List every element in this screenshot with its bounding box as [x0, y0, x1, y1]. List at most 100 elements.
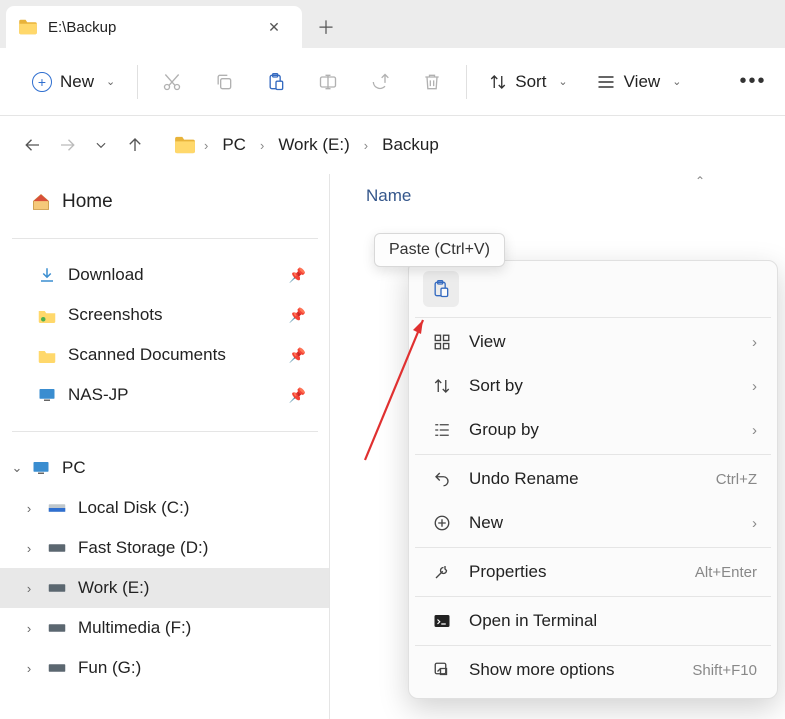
sidebar-item-screenshots[interactable]: Screenshots 📌 [0, 295, 330, 335]
ctx-label: New [469, 513, 503, 533]
sort-button[interactable]: Sort ⌄ [479, 66, 577, 98]
nav-row: › PC › Work (E:) › Backup [0, 116, 785, 174]
more-options-icon [429, 661, 455, 679]
breadcrumb[interactable]: › PC › Work (E:) › Backup [164, 125, 775, 165]
delete-button[interactable] [410, 62, 454, 102]
crumb-pc[interactable]: PC [216, 131, 252, 159]
chevron-right-icon[interactable]: › [258, 138, 266, 153]
ctx-label: Open in Terminal [469, 611, 597, 631]
drive-icon [46, 662, 68, 674]
ctx-label: Group by [469, 420, 539, 440]
drive-icon [46, 501, 68, 515]
ctx-shortcut: Alt+Enter [695, 564, 757, 581]
divider [12, 431, 318, 432]
sidebar-label: Download [68, 265, 144, 285]
new-button-label: New [60, 72, 94, 92]
chevron-right-icon[interactable]: › [18, 541, 40, 556]
ctx-shortcut: Ctrl+Z [716, 471, 757, 488]
sidebar-item-home[interactable]: Home [0, 182, 330, 222]
sidebar-item-nas[interactable]: NAS-JP 📌 [0, 375, 330, 415]
sort-indicator-icon: ⌃ [695, 174, 705, 188]
divider [415, 317, 771, 318]
chevron-down-icon: ⌄ [672, 75, 681, 88]
ctx-undo[interactable]: Undo Rename Ctrl+Z [415, 457, 771, 501]
divider [415, 547, 771, 548]
sidebar-item-drive-f[interactable]: › Multimedia (F:) [0, 608, 330, 648]
chevron-down-icon[interactable]: ⌄ [6, 460, 28, 476]
close-icon[interactable]: ✕ [260, 13, 288, 41]
chevron-right-icon[interactable]: › [362, 138, 370, 153]
share-button[interactable] [358, 62, 402, 102]
folder-icon [36, 308, 58, 323]
sidebar-item-download[interactable]: Download 📌 [0, 255, 330, 295]
recent-locations-button[interactable] [84, 128, 118, 162]
more-button[interactable]: ••• [731, 62, 775, 102]
sidebar-item-drive-e[interactable]: › Work (E:) [0, 568, 330, 608]
chevron-right-icon[interactable]: › [18, 501, 40, 516]
column-header-name[interactable]: Name ⌃ [330, 174, 785, 218]
chevron-right-icon[interactable]: › [18, 581, 40, 596]
ctx-label: Properties [469, 562, 546, 582]
tab-bar: E:\Backup ✕ ＋ [0, 0, 785, 48]
folder-icon [174, 136, 196, 154]
new-button[interactable]: + New ⌄ [22, 66, 125, 98]
sidebar-item-pc[interactable]: ⌄ PC [0, 448, 330, 488]
sidebar-item-drive-d[interactable]: › Fast Storage (D:) [0, 528, 330, 568]
chevron-right-icon[interactable]: › [202, 138, 210, 153]
rename-button[interactable] [306, 62, 350, 102]
undo-icon [429, 470, 455, 488]
ctx-group-by[interactable]: Group by › [415, 408, 771, 452]
monitor-icon [36, 387, 58, 403]
wrench-icon [429, 563, 455, 581]
paste-button[interactable] [254, 62, 298, 102]
ctx-sort-by[interactable]: Sort by › [415, 364, 771, 408]
sidebar-item-drive-g[interactable]: › Fun (G:) [0, 648, 330, 688]
sidebar-label: Screenshots [68, 305, 163, 325]
chevron-right-icon: › [752, 515, 757, 532]
sidebar-label: PC [62, 458, 86, 478]
plus-circle-icon [429, 514, 455, 532]
cut-button[interactable] [150, 62, 194, 102]
pin-icon: 📌 [289, 307, 306, 324]
chevron-right-icon: › [752, 334, 757, 351]
sort-label: Sort [515, 72, 546, 92]
ctx-more-options[interactable]: Show more options Shift+F10 [415, 648, 771, 692]
view-icon [596, 73, 616, 91]
chevron-right-icon[interactable]: › [18, 621, 40, 636]
new-tab-button[interactable]: ＋ [302, 6, 350, 48]
sidebar-label: Local Disk (C:) [78, 498, 189, 518]
drive-icon [46, 582, 68, 594]
paste-tooltip: Paste (Ctrl+V) [374, 233, 505, 267]
column-label: Name [366, 186, 411, 206]
crumb-drive[interactable]: Work (E:) [272, 131, 355, 159]
tab[interactable]: E:\Backup ✕ [6, 6, 302, 48]
context-menu: View › Sort by › Group by › Undo Rename … [408, 260, 778, 699]
chevron-down-icon: ⌄ [106, 75, 115, 88]
ctx-properties[interactable]: Properties Alt+Enter [415, 550, 771, 594]
sort-icon [429, 377, 455, 395]
ctx-new[interactable]: New › [415, 501, 771, 545]
sort-icon [489, 73, 507, 91]
ctx-open-terminal[interactable]: Open in Terminal [415, 599, 771, 643]
pin-icon: 📌 [289, 347, 306, 364]
sidebar-item-scanned-docs[interactable]: Scanned Documents 📌 [0, 335, 330, 375]
back-button[interactable] [16, 128, 50, 162]
crumb-folder[interactable]: Backup [376, 131, 445, 159]
forward-button[interactable] [50, 128, 84, 162]
toolbar: + New ⌄ Sort ⌄ View ⌄ ••• [0, 48, 785, 116]
up-button[interactable] [118, 128, 152, 162]
chevron-right-icon[interactable]: › [18, 661, 40, 676]
sidebar-label: Work (E:) [78, 578, 149, 598]
sidebar-item-drive-c[interactable]: › Local Disk (C:) [0, 488, 330, 528]
grid-icon [429, 333, 455, 351]
chevron-right-icon: › [752, 378, 757, 395]
group-icon [429, 421, 455, 439]
drive-icon [46, 622, 68, 634]
folder-icon [18, 19, 38, 35]
ctx-paste-button[interactable] [423, 271, 459, 307]
chevron-down-icon: ⌄ [558, 75, 567, 88]
view-button[interactable]: View ⌄ [586, 66, 692, 98]
tab-title: E:\Backup [48, 19, 260, 36]
copy-button[interactable] [202, 62, 246, 102]
ctx-view[interactable]: View › [415, 320, 771, 364]
